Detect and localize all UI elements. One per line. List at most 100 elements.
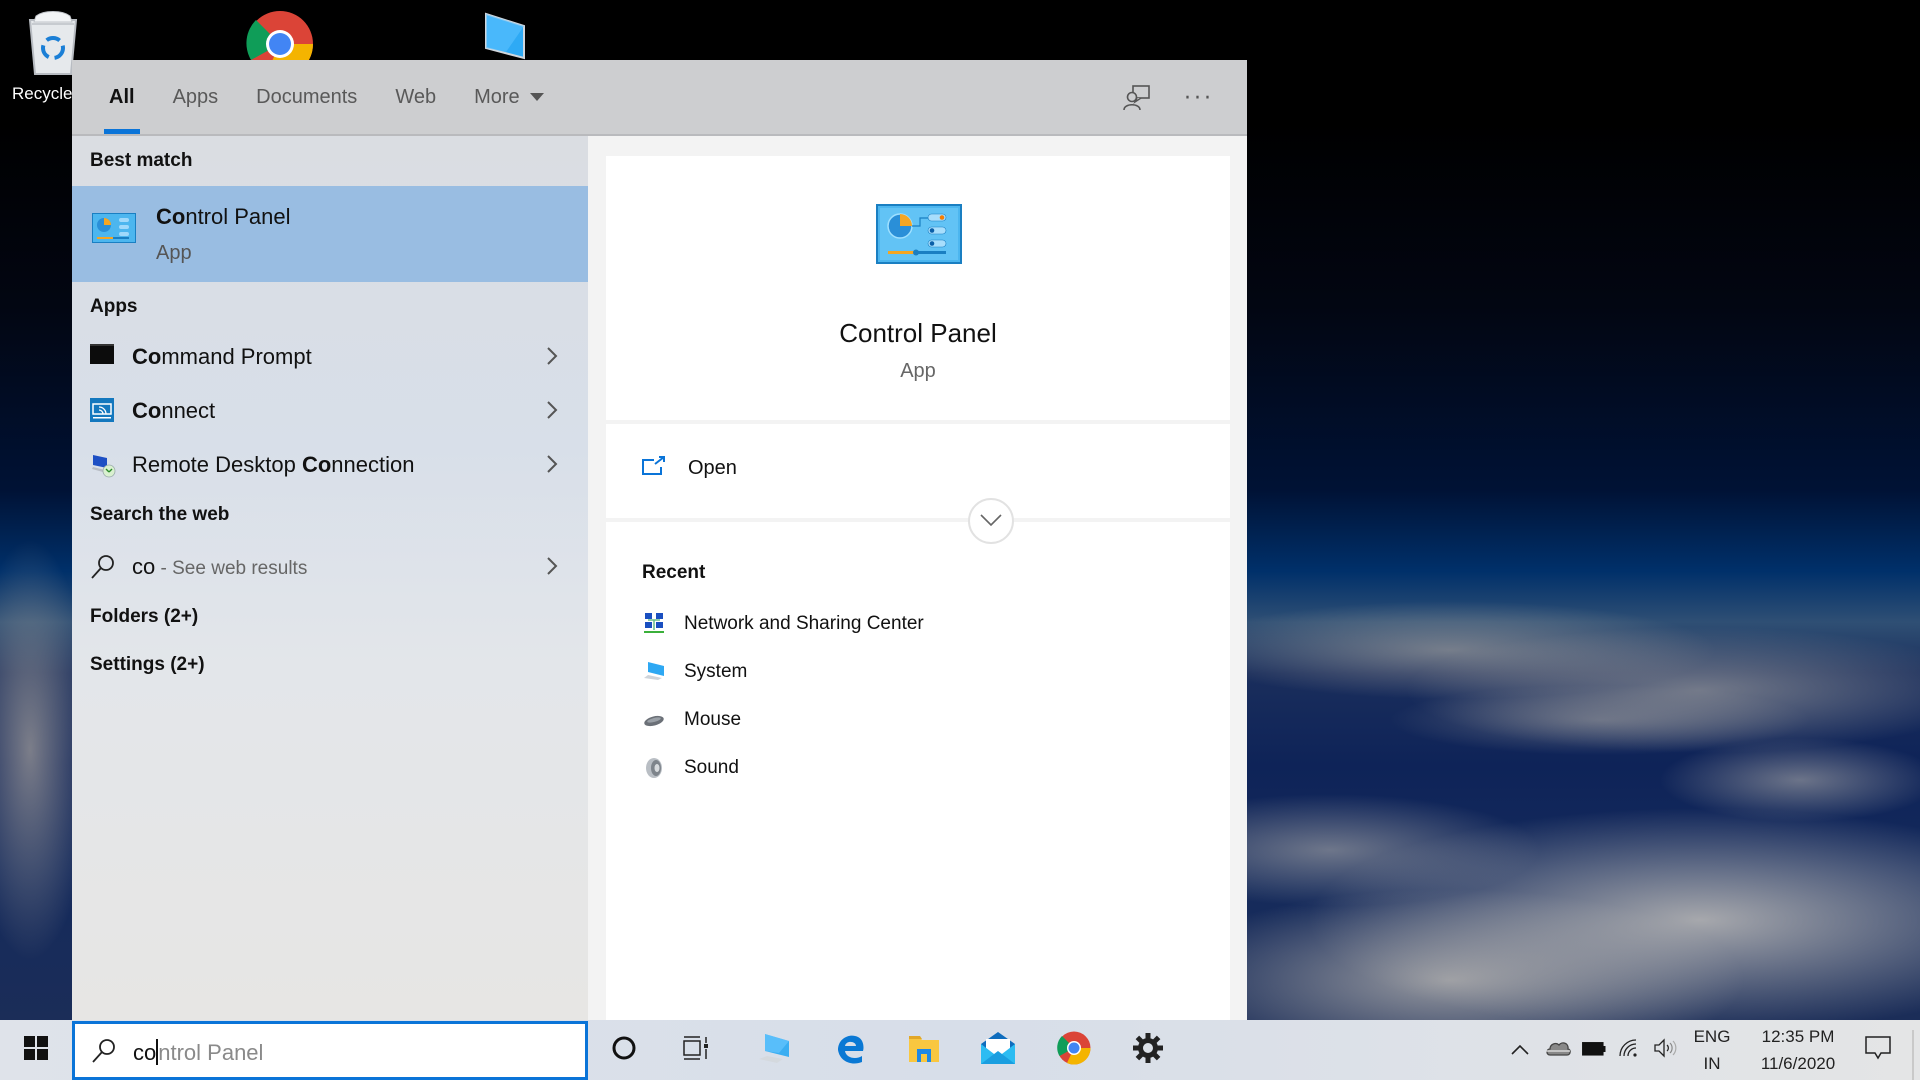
tab-label: Web	[395, 85, 437, 108]
show-hidden-icons-button[interactable]	[1502, 1020, 1538, 1080]
best-match-heading: Best match	[90, 150, 193, 171]
edge-icon	[834, 1032, 866, 1068]
connect-icon	[90, 398, 116, 422]
tab-web[interactable]: Web	[376, 60, 455, 134]
result-label: Command Prompt	[132, 344, 312, 369]
task-view-button[interactable]	[670, 1020, 722, 1080]
input-language-button[interactable]: ENG IN	[1688, 1020, 1736, 1080]
notification-icon	[1865, 1036, 1891, 1064]
app-summary-card: Control Panel App	[606, 156, 1230, 420]
result-remote-desktop-connection[interactable]: Remote Desktop Connection	[72, 438, 588, 490]
recent-item-label: System	[684, 661, 748, 682]
apps-heading: Apps	[90, 296, 138, 317]
system-icon	[642, 660, 666, 684]
tab-documents[interactable]: Documents	[237, 60, 376, 134]
recent-item-label: Sound	[684, 757, 739, 778]
this-pc-desktop-icon[interactable]	[466, 12, 538, 60]
result-web-search[interactable]: co - See web results	[72, 540, 588, 592]
tab-label: More	[474, 85, 520, 108]
search-filter-header: All Apps Documents Web More ···	[72, 60, 1247, 136]
command-prompt-icon	[90, 344, 116, 368]
recent-card: Recent Network and Sharing Center System…	[606, 522, 1230, 1020]
best-match-subtitle: App	[156, 242, 192, 264]
result-command-prompt[interactable]: Command Prompt	[72, 330, 588, 382]
clock-time: 12:35 PM	[1761, 1027, 1835, 1046]
taskbar-edge[interactable]	[822, 1020, 878, 1080]
recent-item-mouse[interactable]: Mouse	[642, 702, 741, 738]
search-icon	[91, 1038, 117, 1064]
tab-more-dropdown[interactable]: More	[455, 60, 563, 134]
file-explorer-icon	[908, 1033, 940, 1067]
chevron-right-icon[interactable]	[542, 556, 562, 576]
taskbar-mail[interactable]	[970, 1020, 1026, 1080]
gear-icon	[1133, 1033, 1163, 1067]
chevron-right-icon[interactable]	[542, 400, 562, 420]
tab-label: Documents	[256, 85, 358, 108]
battery-icon	[1582, 1041, 1606, 1060]
network-tray-button[interactable]	[1610, 1020, 1650, 1080]
settings-category[interactable]: Settings (2+)	[90, 654, 205, 676]
action-center-button[interactable]	[1850, 1020, 1906, 1080]
taskbar-search-input[interactable]: control Panel	[72, 1021, 588, 1080]
task-view-icon	[682, 1035, 710, 1065]
recycle-bin-label: Recycle	[12, 84, 73, 103]
start-search-panel: All Apps Documents Web More ··· Best mat…	[72, 60, 1247, 1020]
clock-button[interactable]: 12:35 PM 11/6/2020	[1744, 1020, 1852, 1080]
recent-item-label: Network and Sharing Center	[684, 613, 924, 634]
search-filter-tabs: All Apps Documents Web More	[72, 60, 563, 134]
onedrive-tray-button[interactable]	[1538, 1020, 1578, 1080]
folders-category[interactable]: Folders (2+)	[90, 606, 198, 628]
show-desktop-button[interactable]	[1912, 1030, 1914, 1080]
recent-heading: Recent	[642, 562, 706, 583]
network-icon	[642, 612, 666, 636]
result-connect[interactable]: Connect	[72, 384, 588, 436]
wifi-icon	[1618, 1038, 1642, 1062]
search-results-list: Best match Control Panel App Apps Comman…	[72, 136, 588, 1020]
start-button[interactable]	[0, 1020, 72, 1080]
sound-icon	[642, 756, 666, 780]
caret-down-icon	[529, 93, 544, 101]
chevron-right-icon[interactable]	[542, 346, 562, 366]
recent-item-system[interactable]: System	[642, 654, 747, 690]
feedback-icon[interactable]	[1117, 80, 1157, 116]
volume-tray-button[interactable]	[1646, 1020, 1686, 1080]
best-match-control-panel[interactable]: Control Panel App	[72, 186, 588, 282]
recent-item-label: Mouse	[684, 709, 742, 730]
clock-date: 11/6/2020	[1760, 1054, 1836, 1073]
search-icon	[90, 554, 116, 579]
keyboard-region: IN	[1703, 1054, 1721, 1073]
chevron-up-icon	[1510, 1041, 1530, 1060]
taskbar-chrome[interactable]	[1046, 1020, 1102, 1080]
this-pc-icon	[757, 1031, 791, 1069]
recent-item-sound[interactable]: Sound	[642, 750, 739, 786]
chrome-desktop-icon[interactable]	[246, 10, 314, 60]
result-label: co - See web results	[132, 554, 308, 579]
chevron-right-icon[interactable]	[542, 454, 562, 474]
open-external-icon	[642, 456, 666, 480]
actions-card: Open	[606, 424, 1230, 518]
tab-label: All	[109, 85, 135, 108]
mail-icon	[980, 1031, 1016, 1069]
open-button[interactable]: Open	[642, 448, 737, 488]
recent-item-network-and-sharing-center[interactable]: Network and Sharing Center	[642, 606, 924, 642]
expand-actions-button[interactable]	[968, 498, 1014, 544]
cortana-button[interactable]	[598, 1020, 650, 1080]
taskbar-this-pc[interactable]	[746, 1020, 802, 1080]
speaker-icon	[1654, 1038, 1678, 1062]
more-options-icon[interactable]: ···	[1179, 80, 1219, 116]
taskbar-file-explorer[interactable]	[896, 1020, 952, 1080]
mouse-icon	[642, 708, 666, 732]
tab-all[interactable]: All	[72, 60, 154, 134]
taskbar-settings[interactable]	[1120, 1020, 1176, 1080]
tab-apps[interactable]: Apps	[154, 60, 238, 134]
result-details-pane: Control Panel App Open Recent Network an…	[588, 136, 1247, 1020]
windows-logo-icon	[24, 1036, 48, 1064]
remote-desktop-icon	[90, 452, 116, 478]
search-the-web-heading: Search the web	[90, 504, 230, 525]
taskbar: control Panel ENG IN 12:35 PM 11/6/2020	[0, 1020, 1920, 1080]
result-label: Connect	[132, 398, 216, 423]
tab-label: Apps	[172, 85, 219, 108]
chrome-icon	[1057, 1031, 1091, 1069]
onedrive-cloud-icon	[1545, 1039, 1571, 1061]
battery-tray-button[interactable]	[1574, 1020, 1614, 1080]
